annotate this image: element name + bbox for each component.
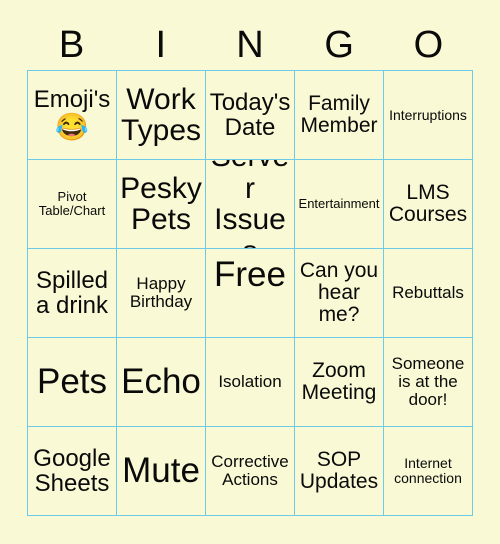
bingo-cell[interactable]: LMS Courses	[384, 160, 472, 248]
bingo-cell[interactable]: Emoji's 😂	[28, 71, 116, 159]
bingo-cell-label: Emoji's	[33, 86, 111, 114]
bingo-header-letter-n: N	[236, 24, 264, 66]
bingo-cell[interactable]: Pets	[28, 338, 116, 426]
bingo-cell-label: Happy Birthday	[129, 274, 193, 311]
bingo-cell[interactable]: Rebuttals	[384, 249, 472, 337]
bingo-cell-free[interactable]: Free	[206, 249, 294, 337]
bingo-cell-label: Echo	[121, 361, 201, 401]
bingo-card: B I N G O Emoji's 😂 Work Types Today's Date…	[0, 0, 500, 544]
bingo-cell[interactable]: Entertainment	[295, 160, 383, 248]
bingo-cell[interactable]: Happy Birthday	[117, 249, 205, 337]
bingo-cell-label: Internet connection	[394, 455, 462, 486]
bingo-cell[interactable]: Zoom Meeting	[295, 338, 383, 426]
bingo-cell[interactable]: Work Types	[117, 71, 205, 159]
bingo-cell[interactable]: Can you hear me?	[295, 249, 383, 337]
bingo-cell-label: Today's Date	[209, 88, 291, 141]
bingo-header-letter-o: O	[413, 24, 444, 66]
bingo-cell[interactable]: Pesky Pets	[117, 160, 205, 248]
bingo-cell[interactable]: Family Member	[295, 71, 383, 159]
bingo-cell-label: Can you hear me?	[299, 258, 379, 327]
bingo-cell[interactable]: Mute	[117, 427, 205, 515]
bingo-cell[interactable]: Today's Date	[206, 71, 294, 159]
bingo-header-letter-g: G	[324, 24, 354, 66]
bingo-cell[interactable]: Corrective Actions	[206, 427, 294, 515]
bingo-cell-label: Free	[214, 255, 286, 294]
bingo-header-letter-i: I	[155, 24, 167, 66]
bingo-cell-label: SOP Updates	[299, 447, 379, 493]
bingo-cell-label: Rebuttals	[392, 283, 464, 303]
bingo-cell-label: LMS Courses	[388, 180, 468, 226]
bingo-cell-label: Pivot Table/Chart	[38, 189, 106, 218]
bingo-cell-label: Server Issues	[211, 160, 289, 248]
bingo-cell[interactable]: Internet connection	[384, 427, 472, 515]
bingo-cell[interactable]: Isolation	[206, 338, 294, 426]
bingo-header-letter-b: B	[58, 24, 85, 66]
bingo-cell-label: Work Types	[120, 82, 202, 147]
bingo-cell-label: Zoom Meeting	[301, 358, 377, 404]
bingo-cell-label: Spilled a drink	[35, 266, 109, 319]
bingo-cell-label: Pesky Pets	[120, 171, 202, 236]
bingo-cell-label: Pets	[36, 361, 108, 401]
bingo-cell-label: Corrective Actions	[211, 452, 289, 489]
bingo-cell-label: Mute	[122, 450, 200, 490]
bingo-cell-label: Family Member	[300, 91, 378, 137]
bingo-cell-label: Interruptions	[389, 106, 467, 123]
bingo-cell[interactable]: Echo	[117, 338, 205, 426]
bingo-cell[interactable]: Google Sheets	[28, 427, 116, 515]
bingo-cell-label: Isolation	[218, 372, 282, 392]
bingo-header: B I N G O	[27, 20, 473, 70]
bingo-cell[interactable]: SOP Updates	[295, 427, 383, 515]
bingo-cell-label: Someone is at the door!	[391, 354, 465, 409]
bingo-cell[interactable]: Server Issues	[206, 160, 294, 248]
bingo-cell[interactable]: Someone is at the door!	[384, 338, 472, 426]
bingo-cell[interactable]: Interruptions	[384, 71, 472, 159]
bingo-cell-label: Google Sheets	[33, 444, 111, 497]
bingo-cell-label: Entertainment	[298, 196, 380, 212]
bingo-cell[interactable]: Spilled a drink	[28, 249, 116, 337]
bingo-cell[interactable]: Pivot Table/Chart	[28, 160, 116, 248]
bingo-grid: Emoji's 😂 Work Types Today's Date Family Mem…	[27, 70, 473, 516]
face-with-tears-of-joy-icon: 😂	[55, 112, 89, 143]
